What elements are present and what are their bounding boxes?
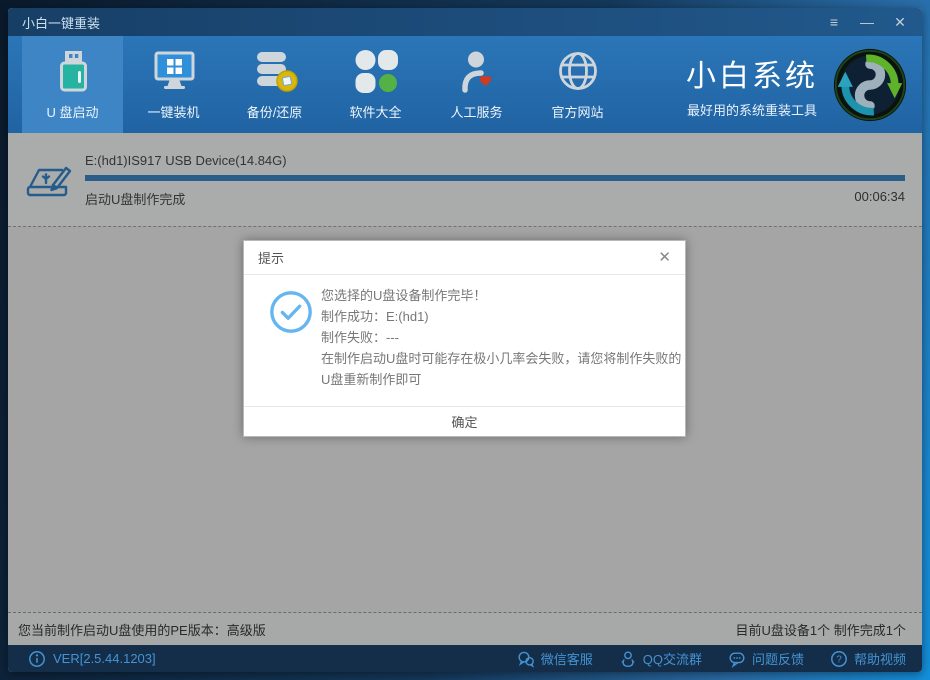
brand-name: 小白系统	[686, 59, 818, 93]
dialog-line: 在制作启动U盘时可能存在极小几率会失败，请您将制作失败的U盘重新制作即可	[321, 351, 682, 387]
qq-group-link[interactable]: QQ交流群	[619, 649, 702, 668]
menu-icon[interactable]: ≡	[826, 15, 842, 29]
footer-link-label: 问题反馈	[751, 652, 804, 667]
dialog-line: 制作成功：E:(hd1)	[321, 309, 429, 324]
refresh-arrows-logo-icon	[832, 47, 908, 123]
wechat-icon	[517, 650, 535, 668]
dialog-message: 您选择的U盘设备制作完毕！ 制作成功：E:(hd1) 制作失败：--- 在制作启…	[321, 285, 683, 390]
brand-tagline: 最好用的系统重装工具	[686, 102, 817, 118]
footer-link-label: 帮助视频	[853, 652, 906, 667]
usb-drive-icon	[50, 48, 96, 94]
brand-block: 小白系统 最好用的系统重装工具	[686, 36, 908, 133]
footer-bar: VER[2.5.44.1203] 微信客服 QQ交流群 问题反馈 ? 帮助视频	[8, 645, 922, 672]
dialog-title-bar: 提示 ✕	[244, 241, 685, 275]
info-icon	[28, 650, 46, 668]
check-circle-icon	[268, 289, 314, 335]
dialog-close-icon[interactable]: ✕	[658, 250, 671, 265]
tab-one-click-install[interactable]: 一键装机	[123, 36, 224, 133]
tab-usb-boot[interactable]: U 盘启动	[22, 36, 123, 133]
help-circle-icon: ?	[830, 650, 848, 668]
tab-backup-restore[interactable]: 备份/还原	[224, 36, 325, 133]
version-text: VER[2.5.44.1203]	[53, 651, 156, 666]
tab-official-site[interactable]: 官方网站	[527, 36, 628, 133]
confirm-button[interactable]: 确定	[244, 406, 685, 436]
tab-label: 软件大全	[349, 105, 402, 120]
footer-links: 微信客服 QQ交流群 问题反馈 ? 帮助视频	[517, 649, 906, 668]
brand-text: 小白系统 最好用的系统重装工具	[686, 51, 818, 119]
dialog-line: 制作失败：---	[321, 330, 399, 345]
minimize-icon[interactable]: —	[859, 15, 875, 29]
qq-icon	[619, 650, 637, 668]
person-heart-icon	[454, 48, 500, 94]
svg-text:?: ?	[836, 654, 842, 665]
window-controls: ≡ — ✕	[826, 15, 908, 29]
clover-apps-icon	[353, 48, 399, 94]
tab-label: 一键装机	[147, 105, 200, 120]
window-title: 小白一键重装	[22, 15, 101, 31]
wechat-support-link[interactable]: 微信客服	[517, 649, 593, 668]
nav-bar: U 盘启动 一键装机 备份/还原 软件大全 人工服务 官方网站 小白系统 最好用…	[8, 36, 922, 133]
close-icon[interactable]: ✕	[892, 15, 908, 29]
monitor-windows-icon	[151, 48, 197, 94]
footer-link-label: 微信客服	[540, 652, 593, 667]
tab-label: 官方网站	[551, 105, 604, 120]
dialog-title: 提示	[258, 251, 285, 266]
help-video-link[interactable]: ? 帮助视频	[830, 649, 906, 668]
app-window: 小白一键重装 ≡ — ✕ U 盘启动 一键装机 备份/还原 软件大全 人工服务 …	[8, 8, 922, 672]
tab-label: U 盘启动	[46, 105, 99, 120]
version-info: VER[2.5.44.1203]	[28, 650, 156, 668]
title-bar: 小白一键重装 ≡ — ✕	[8, 8, 922, 36]
result-dialog: 提示 ✕ 您选择的U盘设备制作完毕！ 制作成功：E:(hd1) 制作失败：---…	[243, 240, 686, 437]
database-coin-icon	[252, 48, 298, 94]
tab-support[interactable]: 人工服务	[426, 36, 527, 133]
feedback-bubble-icon	[728, 650, 746, 668]
dialog-line: 您选择的U盘设备制作完毕！	[321, 288, 487, 303]
tab-software[interactable]: 软件大全	[325, 36, 426, 133]
footer-link-label: QQ交流群	[642, 652, 702, 667]
globe-icon	[555, 48, 601, 94]
tab-label: 备份/还原	[246, 105, 303, 120]
feedback-link[interactable]: 问题反馈	[728, 649, 804, 668]
tab-label: 人工服务	[450, 105, 503, 120]
